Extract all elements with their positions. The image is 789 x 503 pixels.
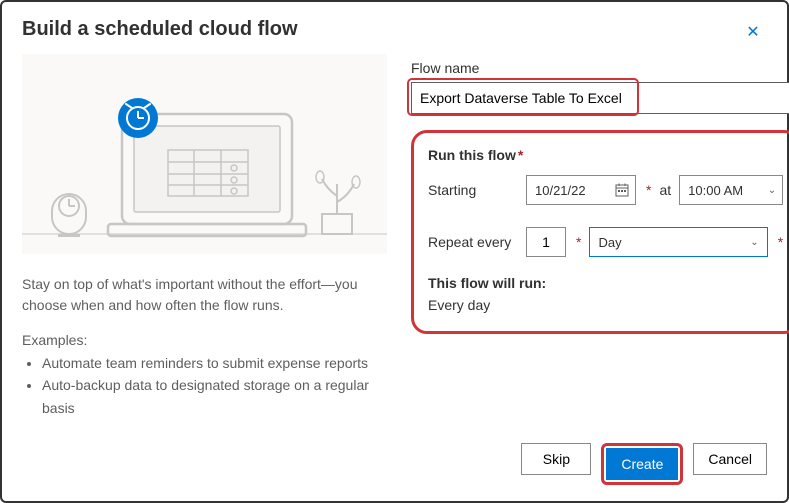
example-item: Auto-backup data to designated storage o… [42, 374, 387, 419]
scheduled-flow-dialog: Build a scheduled cloud flow ✕ [0, 0, 789, 503]
repeat-count-input[interactable] [526, 227, 566, 257]
close-icon: ✕ [746, 22, 759, 42]
at-label: at [659, 182, 671, 198]
skip-button[interactable]: Skip [521, 443, 591, 475]
chevron-down-icon: ⌄ [750, 237, 758, 248]
starting-time-value: 10:00 AM [688, 183, 743, 198]
will-run-label: This flow will run: [428, 275, 783, 291]
dialog-title: Build a scheduled cloud flow [22, 18, 298, 41]
dialog-footer: Skip Create Cancel [22, 431, 767, 485]
calendar-icon [615, 183, 629, 197]
cancel-button[interactable]: Cancel [693, 443, 767, 475]
run-section-title: Run this flow* [428, 147, 783, 163]
create-button-highlight: Create [601, 443, 683, 485]
required-asterisk: * [646, 182, 651, 198]
example-item: Automate team reminders to submit expens… [42, 352, 387, 374]
chevron-down-icon: ⌄ [768, 185, 776, 196]
repeat-label: Repeat every [428, 234, 518, 250]
repeat-row: Repeat every * Day ⌄ * [428, 227, 783, 257]
flow-name-label: Flow name [411, 60, 789, 76]
starting-time-select[interactable]: 10:00 AM ⌄ [679, 175, 783, 205]
run-this-flow-section: Run this flow* Starting 10/21/22 [411, 130, 789, 334]
required-asterisk: * [518, 147, 523, 163]
dialog-body: Stay on top of what's important without … [22, 54, 767, 431]
description-text: Stay on top of what's important without … [22, 274, 387, 316]
dialog-header: Build a scheduled cloud flow ✕ [22, 18, 767, 46]
illustration [22, 54, 387, 254]
starting-row: Starting 10/21/22 * [428, 175, 783, 205]
laptop-clock-illustration [22, 54, 387, 254]
run-section-label-text: Run this flow [428, 147, 516, 163]
starting-date-value: 10/21/22 [535, 183, 586, 198]
will-run-value: Every day [428, 297, 783, 313]
starting-date-input[interactable]: 10/21/22 [526, 175, 636, 205]
repeat-unit-select[interactable]: Day ⌄ [589, 227, 767, 257]
repeat-unit-value: Day [598, 235, 621, 250]
starting-label: Starting [428, 182, 518, 198]
required-asterisk: * [576, 234, 581, 250]
required-asterisk: * [778, 234, 783, 250]
create-button[interactable]: Create [606, 448, 678, 480]
examples-list: Automate team reminders to submit expens… [22, 352, 387, 419]
left-column: Stay on top of what's important without … [22, 54, 387, 431]
examples-label: Examples: [22, 332, 387, 348]
flow-name-input[interactable] [411, 82, 789, 114]
right-column: Flow name Run this flow* Starting 10/21/… [411, 54, 789, 431]
close-button[interactable]: ✕ [739, 18, 767, 46]
